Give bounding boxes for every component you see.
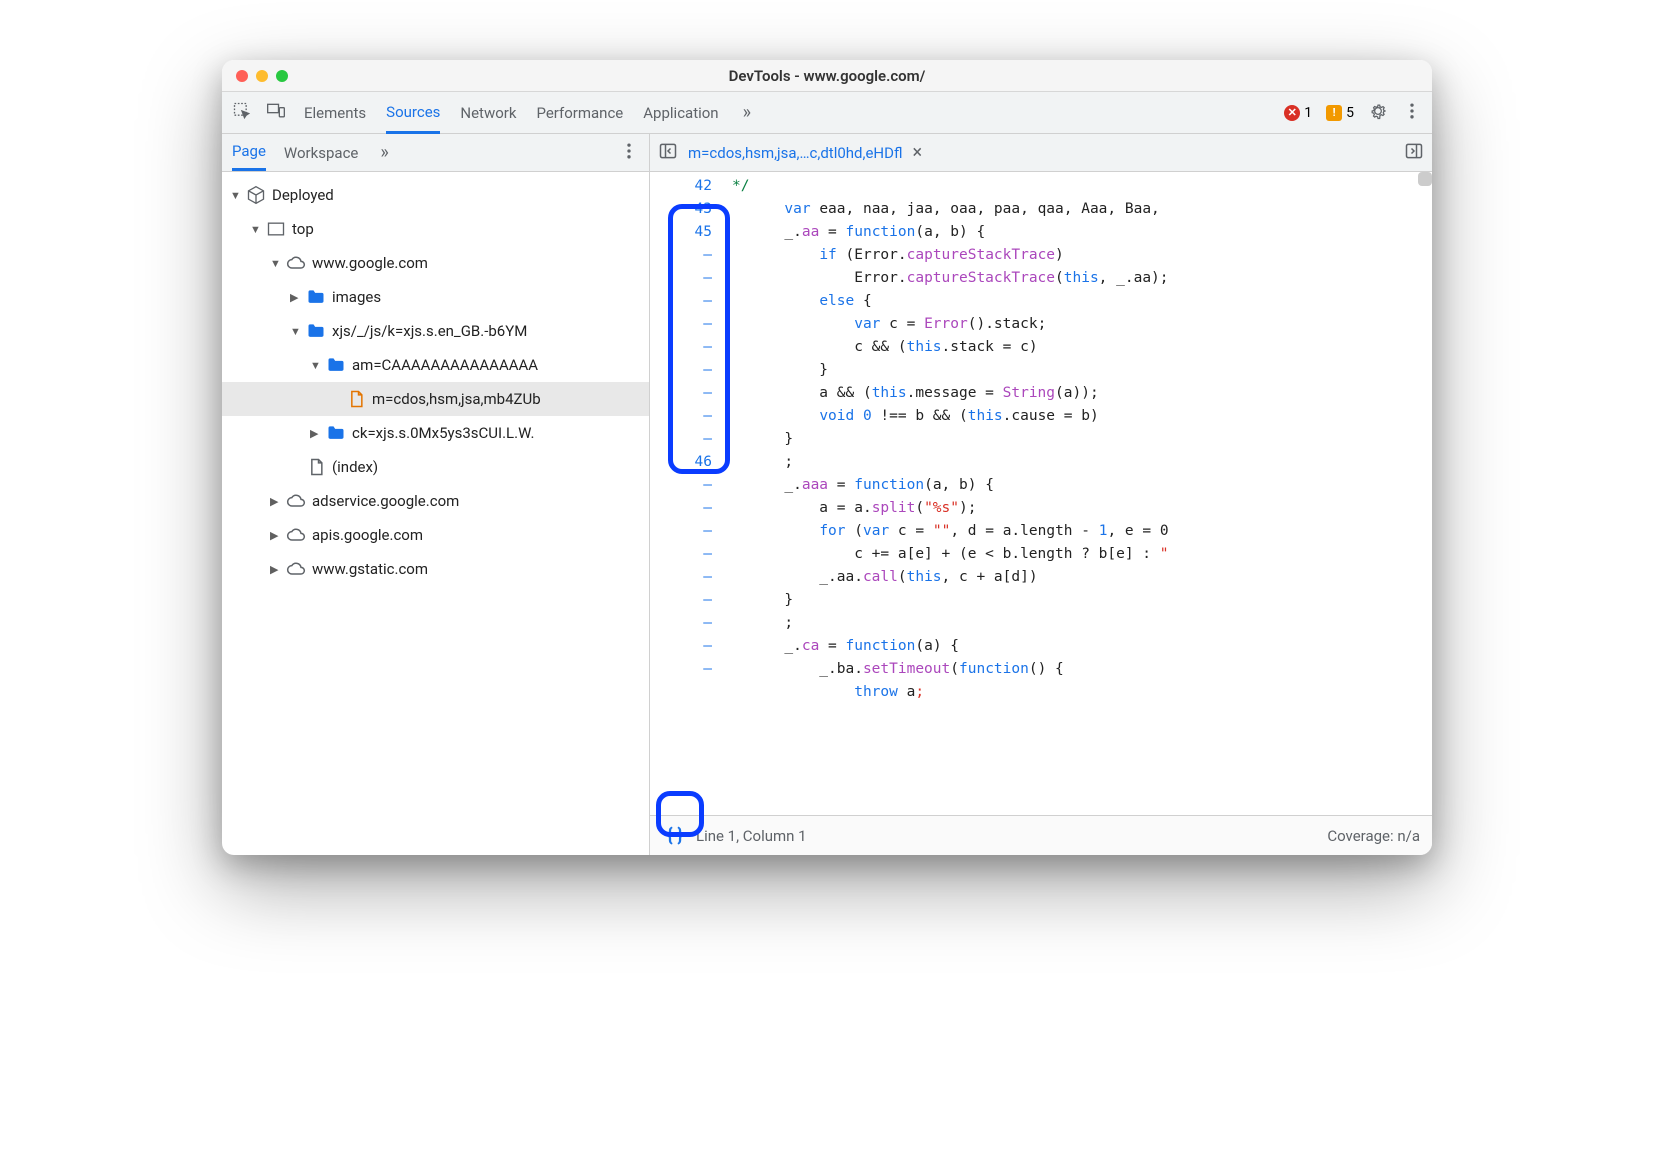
tab-performance[interactable]: Performance: [536, 92, 623, 133]
kebab-menu-icon[interactable]: [1402, 101, 1422, 125]
tab-application[interactable]: Application: [643, 92, 718, 133]
tree-item[interactable]: (index): [222, 450, 649, 484]
tree-label: am=CAAAAAAAAAAAAAAA: [352, 356, 538, 374]
pretty-print-button[interactable]: { }: [654, 819, 696, 853]
cube-icon: [246, 185, 266, 205]
tab-sources[interactable]: Sources: [386, 93, 440, 134]
cloud-icon: [286, 253, 306, 273]
device-toggle-icon[interactable]: [266, 101, 286, 125]
code-editor: 424345–––––––––46––––––––– */ var eaa, n…: [650, 172, 1432, 855]
tree-arrow-icon[interactable]: ▼: [270, 257, 284, 270]
tree-label: xjs/_/js/k=xjs.s.en_GB.-b6YM: [332, 322, 527, 340]
tree-arrow-icon[interactable]: ▶: [310, 427, 324, 440]
tree-item[interactable]: ▶ adservice.google.com: [222, 484, 649, 518]
tree-item[interactable]: ▶ images: [222, 280, 649, 314]
tree-label: top: [292, 220, 314, 238]
inspect-icon[interactable]: [232, 101, 252, 125]
folder-icon: [306, 287, 326, 307]
doc-icon: [306, 457, 326, 477]
cursor-position: Line 1, Column 1: [696, 827, 807, 845]
tree-label: Deployed: [272, 186, 334, 204]
tree-item[interactable]: ▶ ck=xjs.s.0Mx5ys3sCUI.L.W.: [222, 416, 649, 450]
tree-label: www.gstatic.com: [312, 560, 428, 578]
scrollbar-vertical[interactable]: [1418, 172, 1432, 186]
tree-label: (index): [332, 458, 378, 476]
tree-item[interactable]: ▶ apis.google.com: [222, 518, 649, 552]
window-title: DevTools - www.google.com/: [222, 67, 1432, 85]
editor-tabbar: m=cdos,hsm,jsa,…c,dtl0hd,eHDfl ×: [650, 134, 1432, 171]
tree-label: apis.google.com: [312, 526, 423, 544]
tree-item[interactable]: ▶ www.gstatic.com: [222, 552, 649, 586]
tree-item[interactable]: ▼ xjs/_/js/k=xjs.s.en_GB.-b6YM: [222, 314, 649, 348]
tree-arrow-icon[interactable]: ▼: [310, 359, 324, 372]
cloud-icon: [286, 559, 306, 579]
toggle-debugger-icon[interactable]: [1404, 141, 1424, 165]
file-icon: [346, 389, 366, 409]
frame-icon: [266, 219, 286, 239]
line-gutter[interactable]: 424345–––––––––46–––––––––: [650, 172, 722, 815]
tree-item[interactable]: ▼ am=CAAAAAAAAAAAAAAA: [222, 348, 649, 382]
sources-subbar: Page Workspace » m=cdos,hsm,jsa,…c,dtl0h…: [222, 134, 1432, 172]
tree-item[interactable]: ▼ www.google.com: [222, 246, 649, 280]
folder-icon: [326, 423, 346, 443]
tab-network[interactable]: Network: [460, 92, 516, 133]
open-file-tab[interactable]: m=cdos,hsm,jsa,…c,dtl0hd,eHDfl: [688, 144, 902, 162]
editor-footer: { } Line 1, Column 1 Coverage: n/a: [650, 815, 1432, 855]
tree-arrow-icon[interactable]: ▶: [270, 495, 284, 508]
tab-elements[interactable]: Elements: [304, 92, 366, 133]
tree-item[interactable]: ▼ top: [222, 212, 649, 246]
tree-arrow-icon[interactable]: ▶: [270, 529, 284, 542]
tree-arrow-icon[interactable]: ▼: [230, 189, 244, 202]
navigator-tabs: Page Workspace »: [222, 134, 650, 171]
error-count[interactable]: ✕1: [1284, 105, 1312, 121]
main-toolbar: Elements Sources Network Performance App…: [222, 92, 1432, 134]
nav-tab-page[interactable]: Page: [232, 134, 266, 171]
nav-overflow[interactable]: »: [380, 142, 388, 163]
tree-label: images: [332, 288, 381, 306]
main-area: ▼ Deployed ▼ top ▼ www.google.com ▶ images ▼ xjs/…: [222, 172, 1432, 855]
tree-arrow-icon[interactable]: ▼: [290, 325, 304, 338]
close-file-icon[interactable]: ×: [912, 142, 922, 163]
nav-menu-icon[interactable]: [619, 141, 639, 165]
folder-icon: [306, 321, 326, 341]
tree-label: ck=xjs.s.0Mx5ys3sCUI.L.W.: [352, 424, 534, 442]
cloud-icon: [286, 491, 306, 511]
titlebar: DevTools - www.google.com/: [222, 60, 1432, 92]
cloud-icon: [286, 525, 306, 545]
tree-arrow-icon[interactable]: ▶: [270, 563, 284, 576]
tree-item[interactable]: m=cdos,hsm,jsa,mb4ZUb: [222, 382, 649, 416]
tabs-overflow[interactable]: »: [743, 102, 751, 123]
code-content[interactable]: */ var eaa, naa, jaa, oaa, paa, qaa, Aaa…: [722, 172, 1432, 815]
tree-arrow-icon[interactable]: ▶: [290, 291, 304, 304]
file-tree: ▼ Deployed ▼ top ▼ www.google.com ▶ images ▼ xjs/…: [222, 172, 650, 855]
tree-arrow-icon[interactable]: ▼: [250, 223, 264, 236]
panel-tabs: Elements Sources Network Performance App…: [304, 92, 751, 133]
tree-item[interactable]: ▼ Deployed: [222, 178, 649, 212]
folder-icon: [326, 355, 346, 375]
tree-label: m=cdos,hsm,jsa,mb4ZUb: [372, 390, 541, 408]
devtools-window: DevTools - www.google.com/ Elements Sour…: [222, 60, 1432, 855]
warning-count[interactable]: !5: [1326, 105, 1354, 121]
tree-label: www.google.com: [312, 254, 428, 272]
settings-icon[interactable]: [1368, 101, 1388, 125]
tree-label: adservice.google.com: [312, 492, 459, 510]
coverage-status: Coverage: n/a: [1327, 827, 1420, 845]
nav-tab-workspace[interactable]: Workspace: [284, 134, 358, 171]
toggle-navigator-icon[interactable]: [658, 141, 678, 165]
